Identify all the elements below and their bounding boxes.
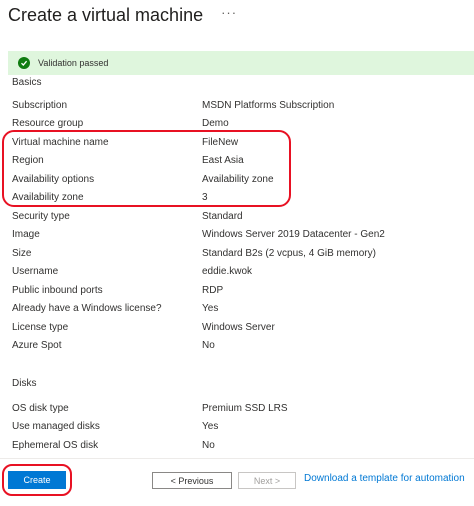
summary-row: Availability options Availability zone <box>12 171 467 187</box>
summary-row: Public inbound ports RDP <box>12 282 467 298</box>
summary-row-value: Windows Server 2019 Datacenter - Gen2 <box>202 229 385 240</box>
create-button[interactable]: Create <box>8 471 66 489</box>
summary-row-key: Public inbound ports <box>12 284 103 296</box>
summary-row-key: Region <box>12 155 44 166</box>
page-title: Create a virtual machine <box>8 4 204 25</box>
summary-row-key: Subscription <box>12 99 68 111</box>
summary-row: Already have a Windows license? Yes <box>12 301 467 317</box>
summary-row: Use managed disks Yes <box>12 419 467 435</box>
validation-text: Validation passed <box>38 58 109 68</box>
summary-row-value: Availability zone <box>202 173 274 185</box>
more-options-icon[interactable]: ··· <box>221 5 237 20</box>
summary-row-key: Resource group <box>12 118 84 129</box>
summary-row-value: Yes <box>202 421 219 432</box>
summary-row-value: No <box>202 439 215 451</box>
summary-row: Resource group Demo <box>12 116 467 132</box>
summary-row-value: eddie.kwok <box>202 266 253 277</box>
summary-row-value: East Asia <box>202 155 244 166</box>
summary-row-key: Security type <box>12 210 70 222</box>
summary-row-value: Windows Server <box>202 321 275 333</box>
summary-row-key: Availability options <box>12 173 95 185</box>
summary-row-value: Premium SSD LRS <box>202 402 288 414</box>
summary-row-key: Azure Spot <box>12 340 62 351</box>
summary-row-value: RDP <box>202 284 224 296</box>
summary-row-value: 3 <box>202 192 208 203</box>
summary-row-value: Standard <box>202 210 243 222</box>
section-heading-basics: Basics <box>12 77 42 88</box>
summary-row-value: FileNew <box>202 136 239 148</box>
summary-row-key: Ephemeral OS disk <box>12 439 99 451</box>
download-template-link[interactable]: Download a template for automation <box>304 473 465 484</box>
summary-row-key: Username <box>12 266 59 277</box>
next-button: Next > <box>238 472 296 489</box>
summary-row: Security type Standard <box>12 208 467 224</box>
summary-row-value: Yes <box>202 303 219 314</box>
summary-row-key: Size <box>12 247 32 259</box>
summary-row-value: MSDN Platforms Subscription <box>202 99 335 111</box>
summary-row: Username eddie.kwok <box>12 264 467 280</box>
summary-row-key: License type <box>12 321 69 333</box>
summary-row: OS disk type Premium SSD LRS <box>12 400 467 416</box>
checkmark-icon <box>18 57 30 69</box>
section-heading-disks: Disks <box>12 378 37 389</box>
summary-row-key: Use managed disks <box>12 421 100 432</box>
page-header: Create a virtual machine ··· <box>8 0 237 30</box>
validation-banner: Validation passed <box>8 51 474 75</box>
summary-row: Image Windows Server 2019 Datacenter - Ge… <box>12 227 467 243</box>
footer-divider <box>0 458 474 459</box>
summary-row-key: OS disk type <box>12 402 69 414</box>
summary-row-key: Virtual machine name <box>12 136 109 148</box>
summary-row: Ephemeral OS disk No <box>12 437 467 453</box>
summary-row: Region East Asia <box>12 153 467 169</box>
create-vm-review-page: Create a virtual machine ··· Validation … <box>0 0 474 506</box>
summary-row: License type Windows Server <box>12 319 467 335</box>
previous-button[interactable]: < Previous <box>152 472 232 489</box>
summary-row-key: Already have a Windows license? <box>12 303 162 314</box>
summary-row: Availability zone 3 <box>12 190 467 206</box>
summary-row-value: Standard B2s (2 vcpus, 4 GiB memory) <box>202 247 376 259</box>
summary-row-value: No <box>202 340 215 351</box>
summary-row-value: Demo <box>202 118 229 129</box>
summary-row: Subscription MSDN Platforms Subscription <box>12 97 467 113</box>
summary-row: Size Standard B2s (2 vcpus, 4 GiB memory) <box>12 245 467 261</box>
summary-row: Azure Spot No <box>12 338 467 354</box>
summary-row: Virtual machine name FileNew <box>12 134 467 150</box>
summary-row-key: Image <box>12 229 40 240</box>
summary-row-key: Availability zone <box>12 192 84 203</box>
